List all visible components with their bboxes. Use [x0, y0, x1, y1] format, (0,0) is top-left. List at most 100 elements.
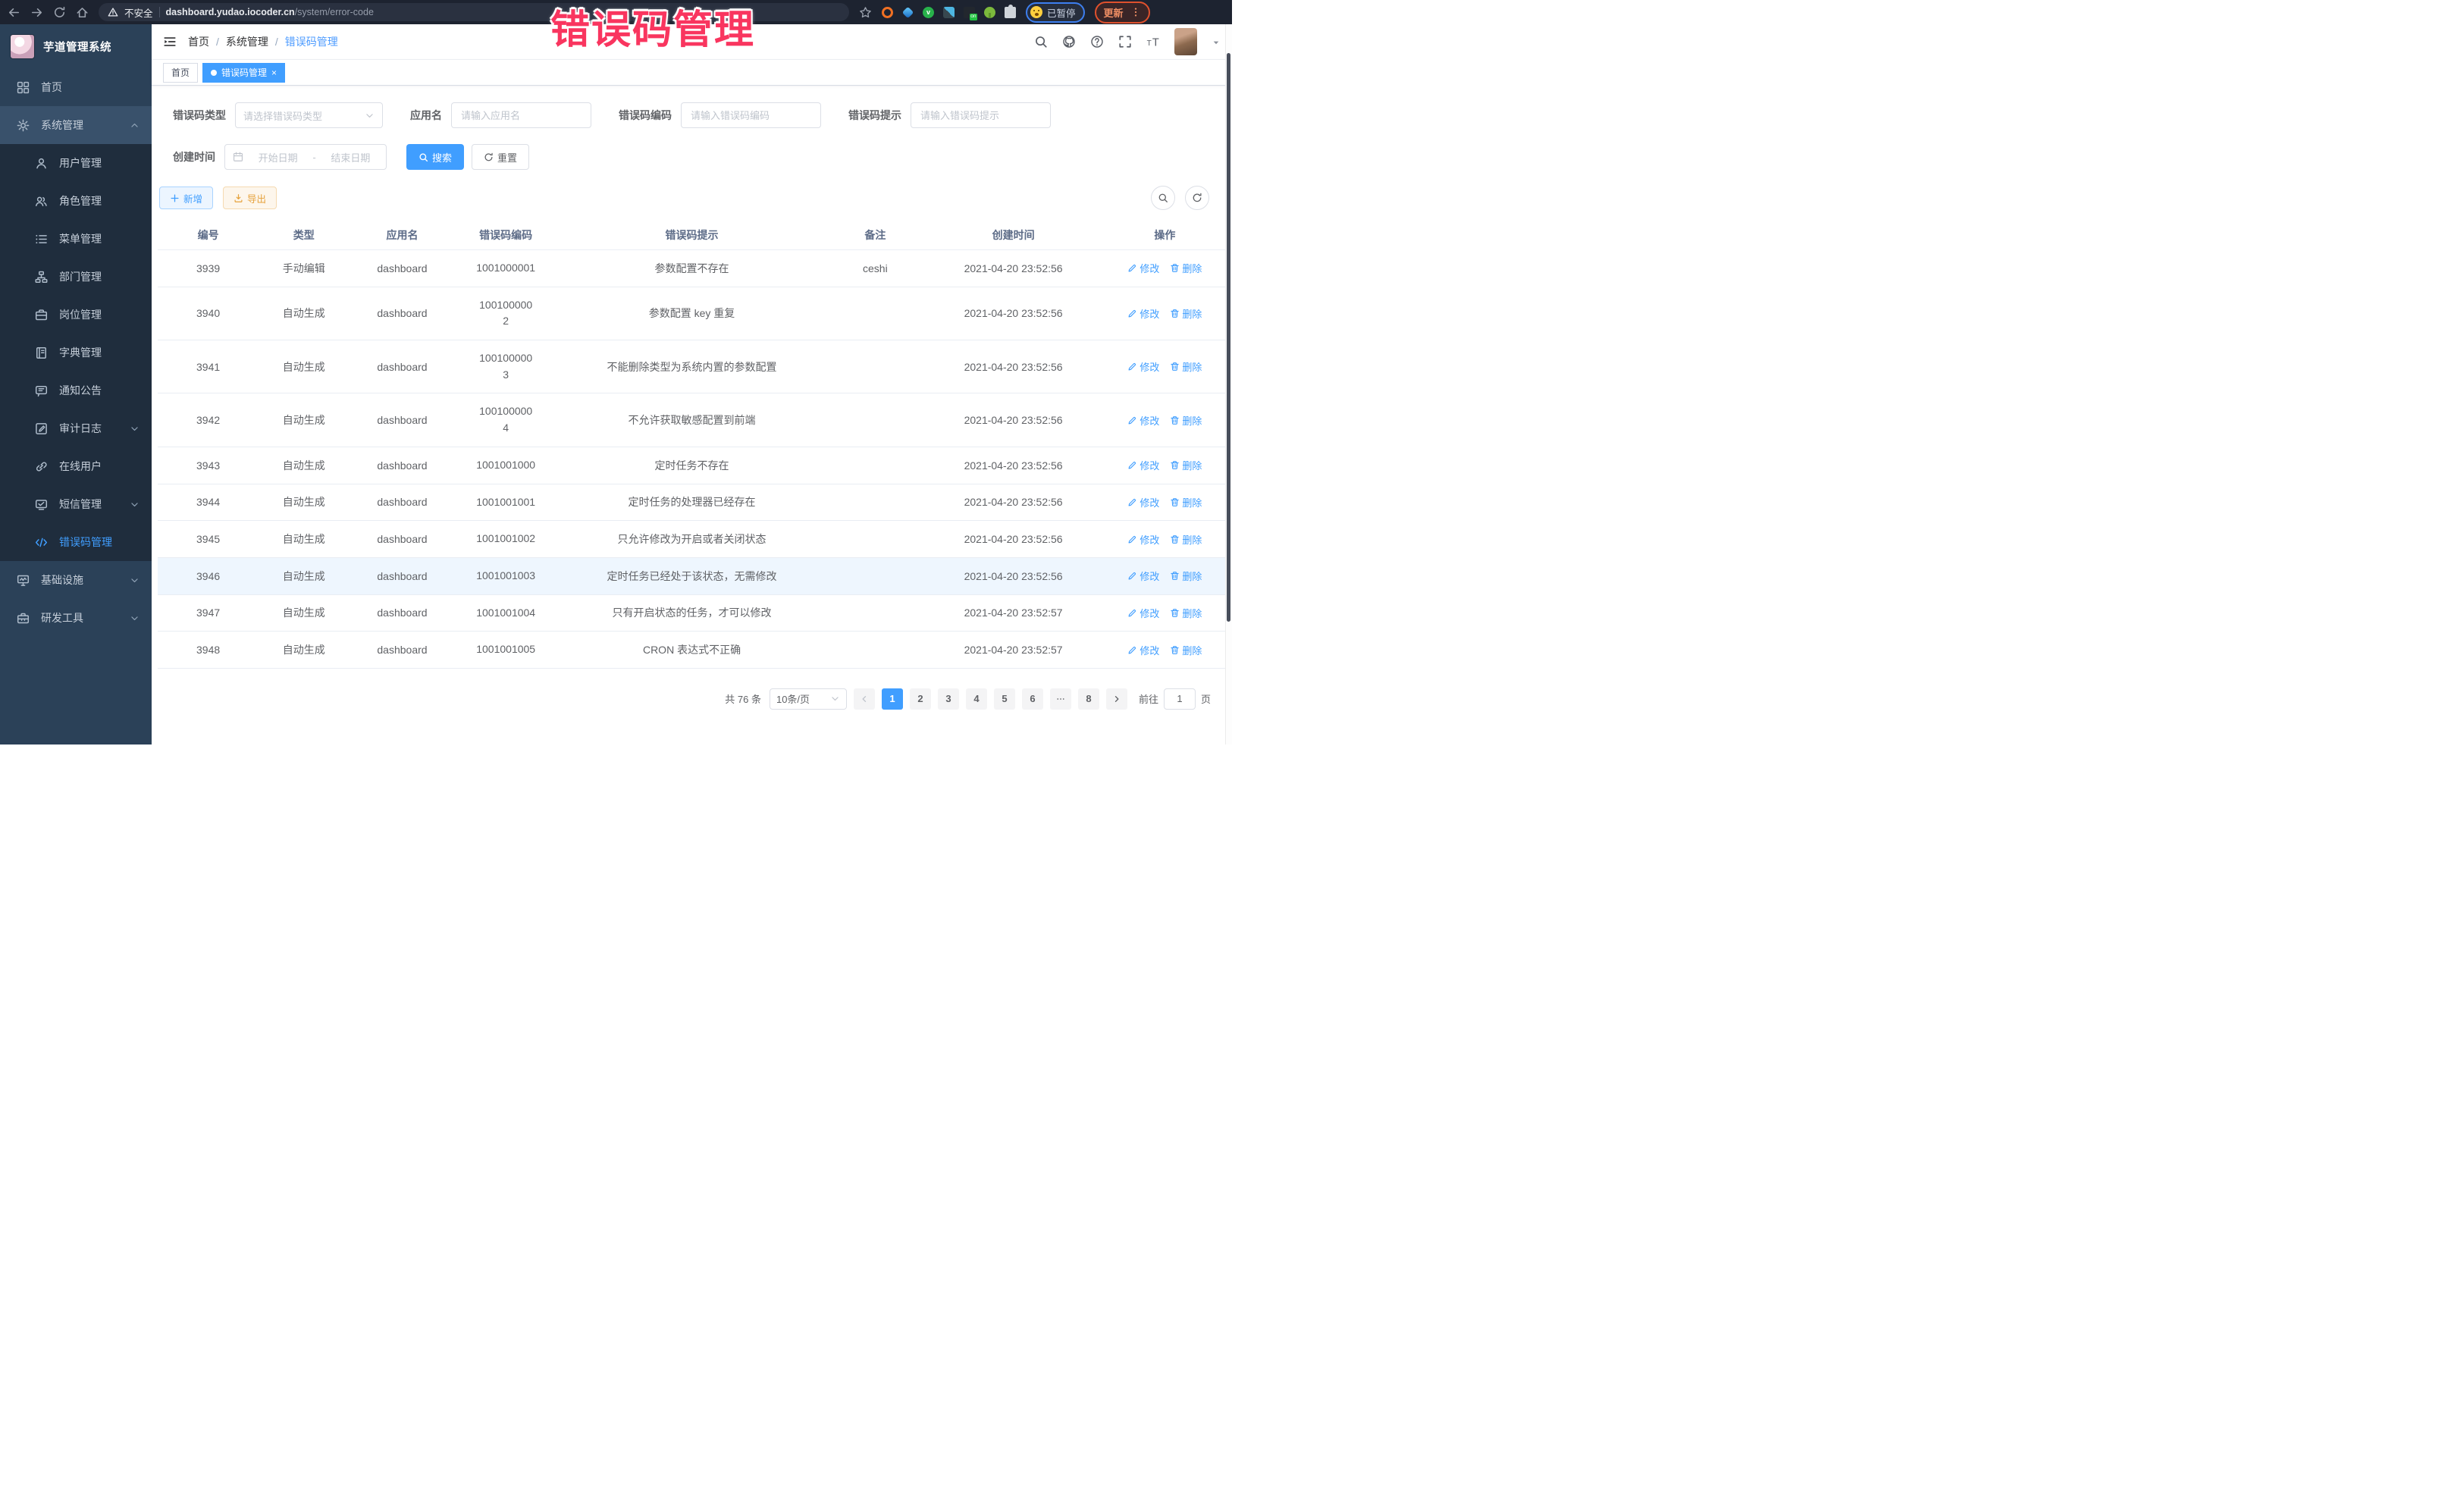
sidebar-item-role[interactable]: 角色管理 [0, 182, 152, 220]
edit-link[interactable]: 修改 [1127, 569, 1159, 583]
browser-update-button[interactable]: 更新 [1095, 2, 1150, 24]
sidebar-item-infra[interactable]: 基础设施 [0, 561, 152, 599]
edit-link[interactable]: 修改 [1127, 606, 1159, 620]
edit-link[interactable]: 修改 [1127, 458, 1159, 472]
extension-icon[interactable] [902, 6, 914, 18]
window-scrollbar[interactable] [1225, 24, 1232, 744]
delete-link[interactable]: 删除 [1170, 643, 1202, 657]
page-number-button[interactable]: 1 [882, 688, 903, 710]
sidebar-item-sms[interactable]: 短信管理 [0, 485, 152, 523]
edit-link[interactable]: 修改 [1127, 359, 1159, 374]
extensions-puzzle-icon[interactable] [1005, 7, 1016, 18]
browser-back-icon[interactable] [8, 6, 20, 19]
error-type-select[interactable]: 请选择错误码类型 [235, 102, 383, 128]
hamburger-icon[interactable] [163, 35, 177, 49]
edit-link[interactable]: 修改 [1127, 261, 1159, 275]
page-size-select[interactable]: 10条/页 [770, 688, 847, 710]
sidebar-item-devtool[interactable]: 研发工具 [0, 599, 152, 637]
url-text[interactable]: dashboard.yudao.iocoder.cn/system/error-… [166, 7, 374, 17]
page-number-button[interactable]: 3 [938, 688, 959, 710]
toggle-search-button[interactable] [1151, 186, 1175, 210]
help-icon[interactable] [1090, 35, 1104, 49]
sidebar-item-online[interactable]: 在线用户 [0, 447, 152, 485]
delete-link[interactable]: 删除 [1170, 606, 1202, 620]
not-secure-label[interactable]: 不安全 [124, 5, 153, 20]
delete-link[interactable]: 删除 [1170, 495, 1202, 509]
browser-reload-icon[interactable] [53, 6, 66, 19]
edit-link[interactable]: 修改 [1127, 495, 1159, 509]
app-name-input[interactable] [461, 110, 582, 121]
reset-button[interactable]: 重置 [472, 144, 529, 170]
edit-link[interactable]: 修改 [1127, 413, 1159, 428]
github-icon[interactable] [1062, 35, 1076, 49]
sidebar-item-home[interactable]: 首页 [0, 68, 152, 106]
extension-icon[interactable] [882, 7, 893, 18]
error-code-input[interactable] [691, 110, 811, 121]
sidebar-item-audit[interactable]: 审计日志 [0, 409, 152, 447]
tab-home[interactable]: 首页 [163, 63, 198, 83]
prev-page-button[interactable] [854, 688, 875, 710]
refresh-table-button[interactable] [1185, 186, 1209, 210]
sidebar-item-dept[interactable]: 部门管理 [0, 258, 152, 296]
paused-badge[interactable]: 已暂停 [1026, 2, 1085, 23]
fullscreen-icon[interactable] [1118, 35, 1132, 49]
error-hint-input[interactable] [920, 110, 1041, 121]
browser-home-icon[interactable] [76, 6, 89, 19]
delete-link[interactable]: 删除 [1170, 306, 1202, 321]
active-tab-dot-icon [211, 70, 217, 76]
end-date-placeholder[interactable]: 结束日期 [323, 150, 378, 165]
extension-icon[interactable] [964, 7, 975, 18]
table-cell: 自动生成 [259, 605, 349, 620]
sidebar-logo[interactable]: 芋道管理系统 [0, 24, 152, 68]
page-ellipsis[interactable] [1050, 688, 1071, 710]
sidebar-item-system[interactable]: 系统管理 [0, 106, 152, 144]
sidebar-item-dict[interactable]: 字典管理 [0, 334, 152, 371]
page-number-button[interactable]: 2 [910, 688, 931, 710]
extension-icon[interactable] [984, 7, 995, 18]
breadcrumb-item-home[interactable]: 首页 [188, 34, 209, 49]
search-icon[interactable] [1034, 35, 1048, 49]
sidebar-item-errcode[interactable]: 错误码管理 [0, 523, 152, 561]
bookmark-star-icon[interactable] [859, 6, 872, 19]
error-code-value: 1001001003 [476, 568, 535, 585]
breadcrumb-item-system[interactable]: 系统管理 [226, 34, 268, 49]
page-number-button[interactable]: 5 [994, 688, 1015, 710]
search-button[interactable]: 搜索 [406, 144, 464, 170]
address-bar[interactable]: 不安全 dashboard.yudao.iocoder.cn/system/er… [99, 3, 849, 21]
breadcrumb-item-current[interactable]: 错误码管理 [285, 34, 338, 49]
delete-link[interactable]: 删除 [1170, 532, 1202, 547]
sidebar-item-notice[interactable]: 通知公告 [0, 371, 152, 409]
close-icon[interactable] [271, 68, 277, 77]
delete-link[interactable]: 删除 [1170, 261, 1202, 275]
page-number-button[interactable]: 8 [1078, 688, 1099, 710]
font-size-icon[interactable]: TT [1146, 35, 1160, 49]
add-button[interactable]: 新增 [159, 187, 213, 209]
page-number-button[interactable]: 6 [1022, 688, 1043, 710]
caret-down-icon[interactable] [1212, 37, 1221, 46]
table-cell: 自动生成 [259, 642, 349, 657]
browser-forward-icon[interactable] [30, 6, 43, 19]
start-date-placeholder[interactable]: 开始日期 [250, 150, 306, 165]
tab-error-code[interactable]: 错误码管理 [202, 63, 285, 83]
delete-link[interactable]: 删除 [1170, 458, 1202, 472]
sidebar-item-user[interactable]: 用户管理 [0, 144, 152, 182]
delete-link[interactable]: 删除 [1170, 569, 1202, 583]
extension-icon[interactable] [943, 7, 955, 18]
edit-link[interactable]: 修改 [1127, 532, 1159, 547]
user-avatar[interactable] [1174, 28, 1197, 55]
sidebar-item-post[interactable]: 岗位管理 [0, 296, 152, 334]
scrollbar-thumb[interactable] [1227, 53, 1230, 622]
export-button[interactable]: 导出 [223, 187, 277, 209]
sidebar-item-menu[interactable]: 菜单管理 [0, 220, 152, 258]
edit-link[interactable]: 修改 [1127, 306, 1159, 321]
table-cell-actions: 修改删除 [1104, 359, 1226, 374]
extension-icon[interactable]: v [923, 7, 934, 18]
delete-link[interactable]: 删除 [1170, 413, 1202, 428]
edit-link[interactable]: 修改 [1127, 643, 1159, 657]
next-page-button[interactable] [1106, 688, 1127, 710]
browser-menu-dots-icon[interactable] [1130, 7, 1141, 17]
goto-page-input[interactable] [1164, 688, 1196, 710]
date-range-picker[interactable]: 开始日期 - 结束日期 [224, 144, 387, 170]
page-number-button[interactable]: 4 [966, 688, 987, 710]
delete-link[interactable]: 删除 [1170, 359, 1202, 374]
